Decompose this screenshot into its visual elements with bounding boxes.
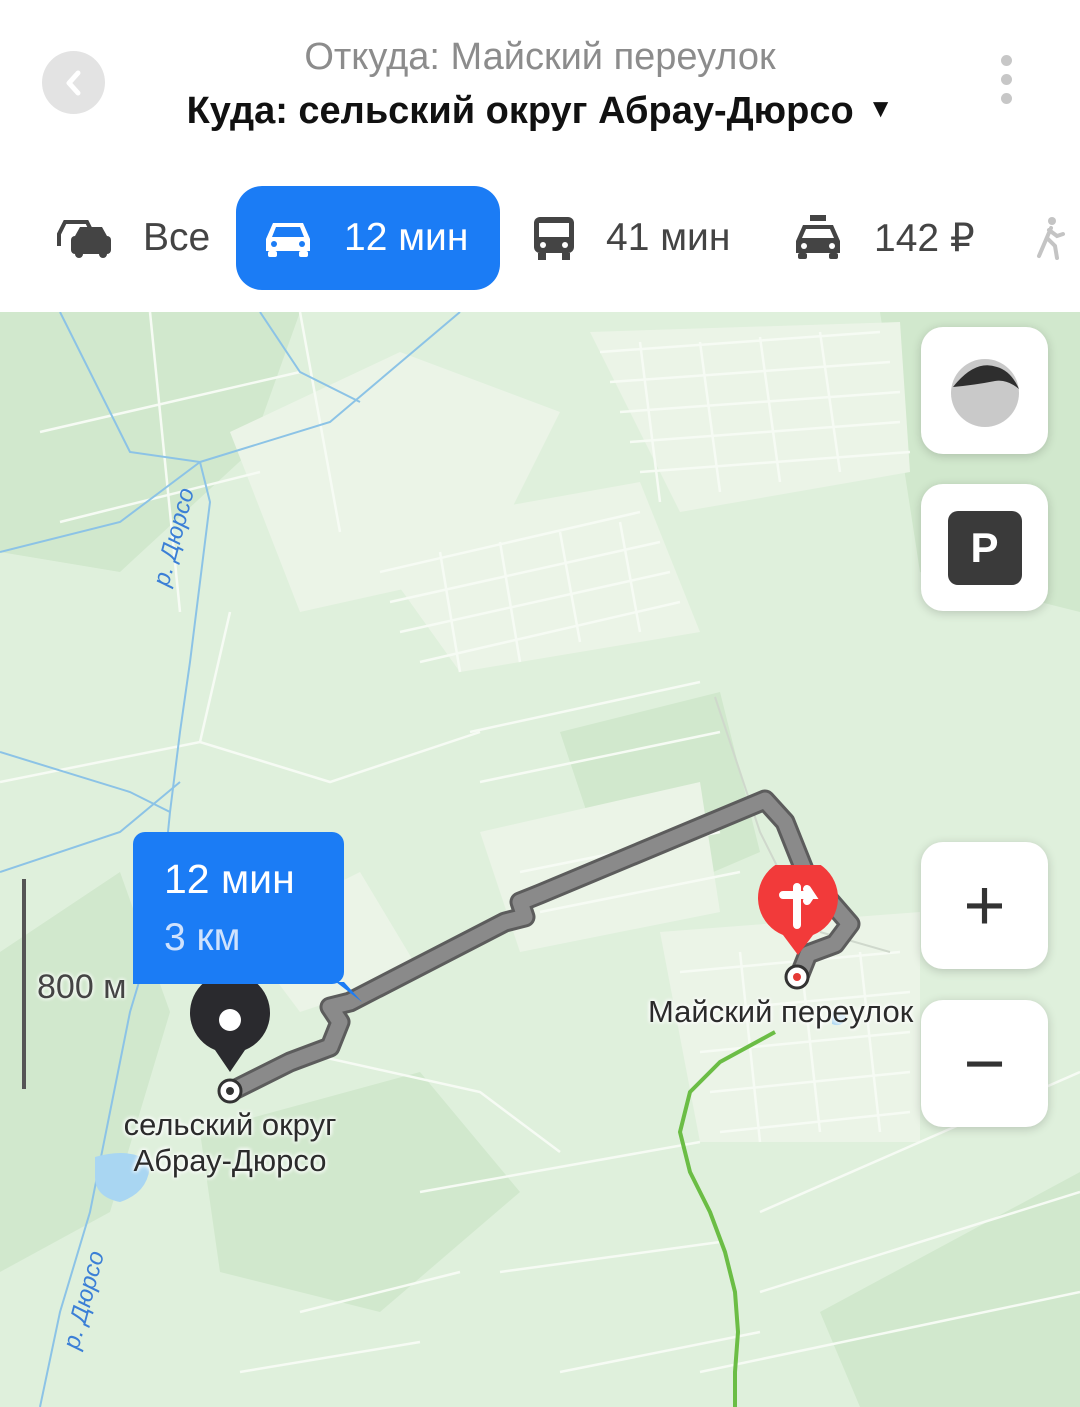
caret-down-icon: ▼: [867, 93, 894, 123]
tab-taxi[interactable]: 142 ₽: [792, 186, 975, 290]
layers-button[interactable]: [921, 327, 1048, 454]
tab-car[interactable]: 12 мин: [236, 186, 500, 290]
taxi-icon: [796, 215, 840, 259]
tab-bus[interactable]: 41 мин: [532, 186, 730, 290]
more-dot: [1000, 74, 1012, 85]
tab-all[interactable]: Все: [55, 186, 210, 290]
origin-label: Майский переулок: [648, 994, 914, 1029]
to-text: Куда: сельский округ Абрау-Дюрсо: [186, 90, 854, 132]
route-header: Откуда: Майский переулок Куда: сельский …: [0, 0, 1080, 312]
from-field[interactable]: Откуда: Майский переулок: [0, 36, 1080, 79]
to-field[interactable]: Куда: сельский округ Абрау-Дюрсо ▼: [0, 90, 1080, 133]
route-distance: 3 км: [164, 916, 241, 959]
cars-icon: [57, 220, 111, 258]
origin-pin-icon[interactable]: [753, 865, 843, 965]
more-menu-button[interactable]: [988, 55, 1024, 111]
bubble-tail: [336, 982, 362, 1002]
tab-pedestrian[interactable]: [1035, 186, 1080, 290]
destination-label: сельский округ Абрау-Дюрсо: [123, 1107, 337, 1178]
zoom-out-button[interactable]: −: [921, 1000, 1048, 1127]
scale-bar: [22, 879, 26, 1089]
parking-icon: P: [947, 510, 1022, 585]
destination-pin-icon[interactable]: [185, 980, 275, 1080]
map-view[interactable]: 12 мин 3 км Майский переулок сельский ок…: [0, 312, 1080, 1407]
route-time: 12 мин: [164, 856, 295, 902]
more-dot: [1000, 93, 1012, 104]
car-icon: [266, 223, 310, 257]
tab-car-label: 12 мин: [344, 216, 469, 259]
pedestrian-icon: [1037, 217, 1065, 260]
parking-button[interactable]: P: [921, 484, 1048, 611]
tab-taxi-label: 142 ₽: [874, 216, 975, 260]
tab-bus-label: 41 мин: [606, 216, 731, 259]
route-info-bubble[interactable]: 12 мин 3 км: [133, 832, 362, 1002]
layers-icon: [950, 358, 1019, 427]
tab-all-label: Все: [143, 216, 211, 259]
more-dot: [1000, 55, 1012, 66]
bus-icon: [534, 217, 574, 260]
zoom-in-button[interactable]: +: [921, 842, 1048, 969]
scale-label: 800 м: [37, 968, 127, 1006]
